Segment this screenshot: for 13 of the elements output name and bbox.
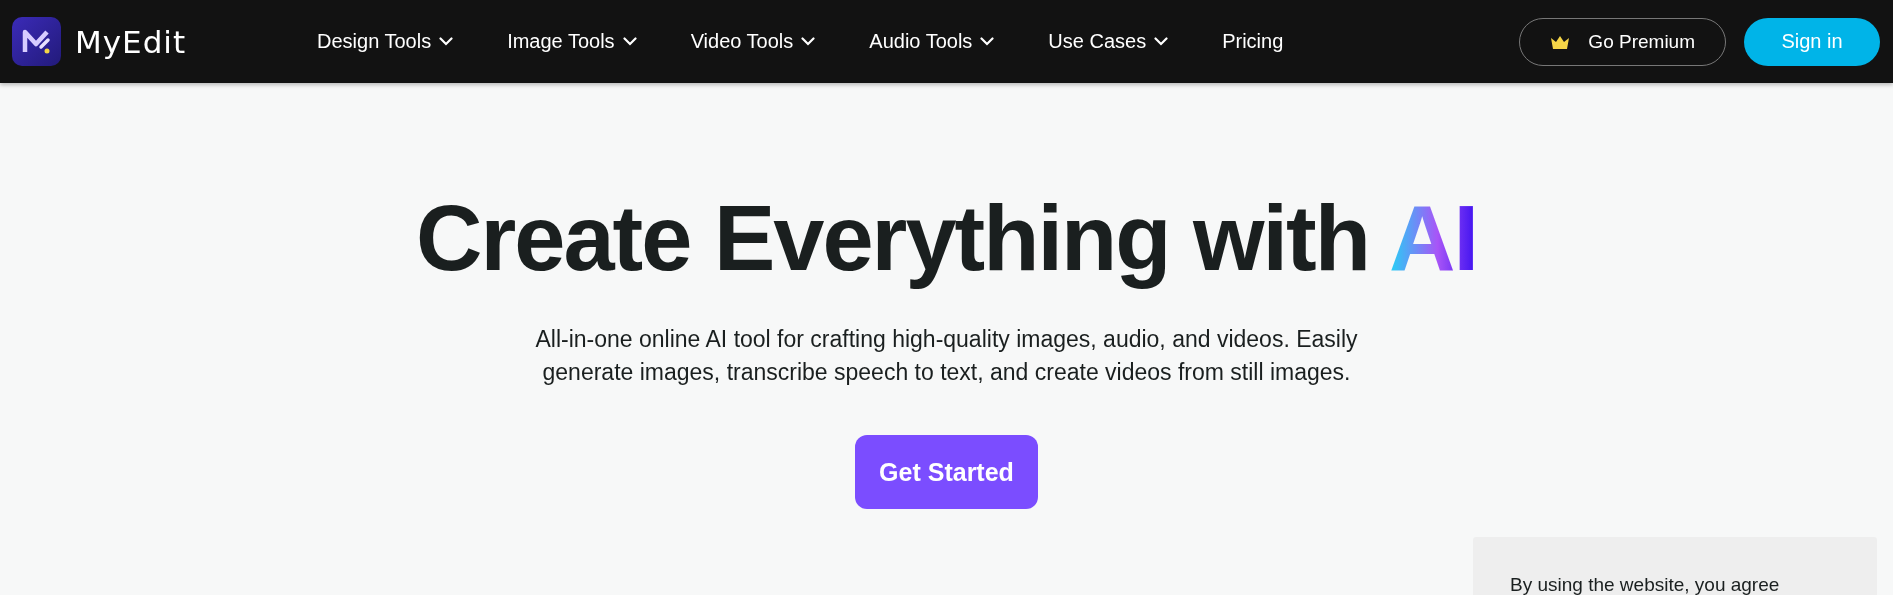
logo-icon[interactable] (12, 17, 61, 66)
nav-menu-item[interactable]: Audio Tools (869, 30, 995, 53)
nav-menu-item[interactable]: Video Tools (690, 30, 816, 53)
nav-menu-item[interactable]: Use Cases (1048, 30, 1169, 53)
cookie-notice-text: By using the website, you agree (1510, 574, 1780, 595)
nav-menu-item[interactable]: Image Tools (507, 30, 637, 53)
nav-menu-item[interactable]: Design Tools (317, 30, 454, 53)
get-started-button[interactable]: Get Started (855, 435, 1038, 510)
hero-subtitle: All-in-one online AI tool for crafting high-quality images, audio, and videos. Easily generate images, transcribe speech to text, and create videos from still images. (534, 325, 1359, 388)
logo-text[interactable]: MyEdit (75, 23, 187, 60)
hero-title: Create Everything with AI (415, 188, 1478, 290)
nav-menu-item[interactable]: Pricing (1222, 30, 1284, 53)
crown-icon (1550, 34, 1571, 49)
